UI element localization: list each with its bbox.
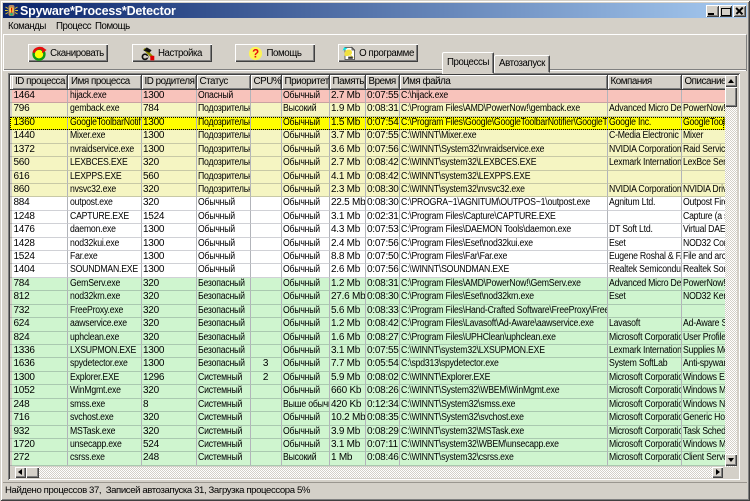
svg-text:?: ? — [253, 48, 260, 60]
